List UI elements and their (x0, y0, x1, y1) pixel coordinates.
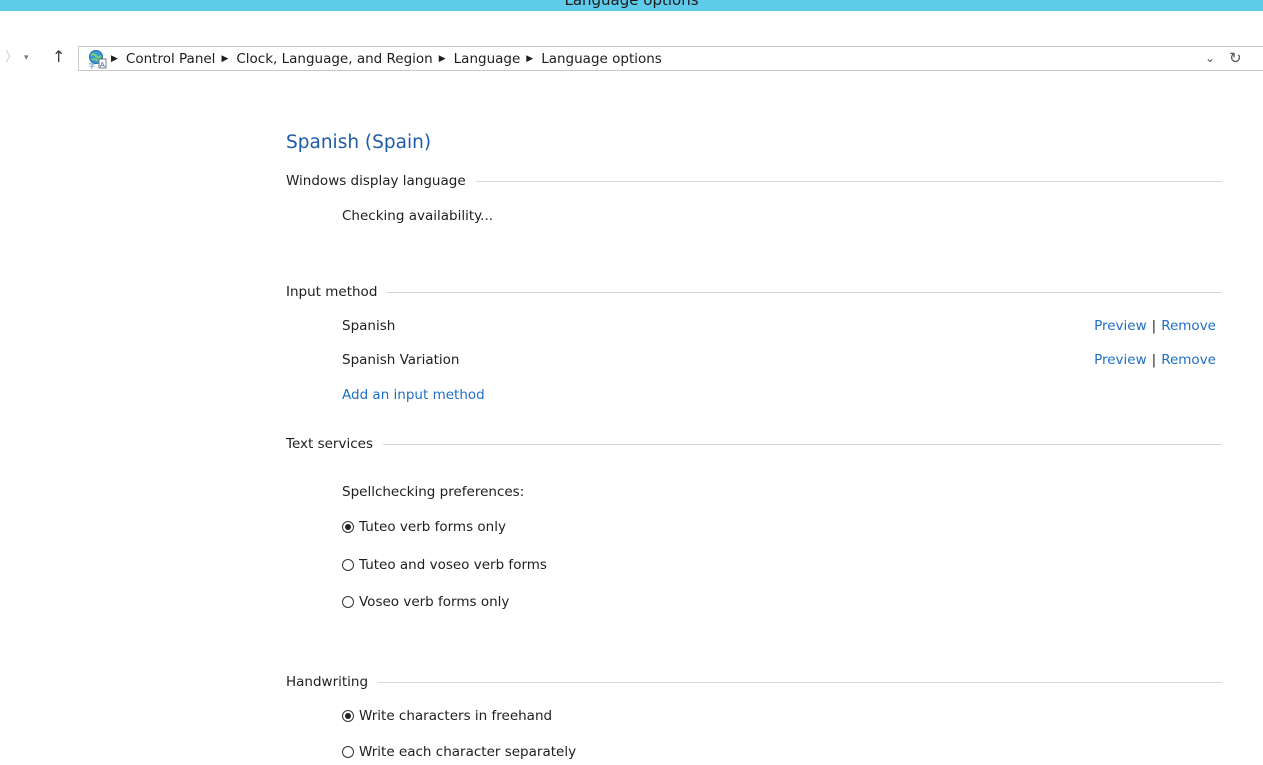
section-text-services: Text services (286, 434, 1222, 454)
add-input-method-link[interactable]: Add an input method (342, 386, 485, 404)
spellcheck-option-tuteo-voseo[interactable]: Tuteo and voseo verb forms (342, 556, 547, 574)
link-separator: | (1151, 318, 1157, 334)
radio-label[interactable]: Write each character separately (359, 744, 576, 760)
spellchecking-preferences-label: Spellchecking preferences: (342, 484, 525, 500)
breadcrumb-language-options[interactable]: Language options (541, 51, 662, 67)
recent-locations-dropdown-icon[interactable]: ▾ (24, 51, 29, 65)
window-titlebar[interactable]: Language options (0, 0, 1263, 11)
input-method-actions: Preview | Remove (1094, 317, 1216, 335)
link-separator: | (1151, 352, 1157, 368)
window-title: Language options (564, 0, 699, 9)
breadcrumb: ▶ Control Panel ▶ Clock, Language, and R… (111, 47, 662, 70)
spellcheck-option-tuteo-only[interactable]: Tuteo verb forms only (342, 518, 506, 536)
remove-link[interactable]: Remove (1161, 318, 1216, 334)
section-display-language: Windows display language (286, 171, 1222, 191)
address-history-dropdown-icon[interactable]: ⌄ (1205, 50, 1215, 66)
breadcrumb-control-panel[interactable]: Control Panel (126, 51, 216, 67)
control-panel-icon: A 字 (87, 49, 107, 70)
section-display-language-label: Windows display language (286, 173, 466, 189)
remove-link[interactable]: Remove (1161, 352, 1216, 368)
handwriting-option-freehand[interactable]: Write characters in freehand (342, 707, 552, 725)
spellcheck-option-voseo-only[interactable]: Voseo verb forms only (342, 593, 509, 611)
input-method-name-spanish: Spanish (342, 318, 396, 334)
breadcrumb-chevron-icon[interactable]: ▶ (439, 54, 446, 64)
section-divider (475, 180, 1222, 182)
input-method-name-spanish-variation: Spanish Variation (342, 352, 460, 368)
display-language-status: Checking availability... (342, 208, 494, 224)
handwriting-option-separately[interactable]: Write each character separately (342, 743, 576, 761)
breadcrumb-chevron-icon[interactable]: ▶ (526, 54, 533, 64)
section-divider (387, 291, 1222, 293)
refresh-icon[interactable]: ↻ (1229, 49, 1242, 67)
radio-label[interactable]: Tuteo verb forms only (359, 519, 506, 535)
radio-button-checked[interactable] (342, 521, 354, 533)
breadcrumb-chevron-icon[interactable]: ▶ (111, 54, 118, 64)
preview-link[interactable]: Preview (1094, 318, 1147, 334)
section-input-method-label: Input method (286, 284, 378, 300)
input-method-actions: Preview | Remove (1094, 351, 1216, 369)
radio-button[interactable] (342, 746, 354, 758)
section-input-method: Input method (286, 282, 1222, 302)
breadcrumb-chevron-icon[interactable]: ▶ (221, 54, 228, 64)
svg-text:字: 字 (89, 62, 95, 69)
section-divider (383, 443, 1222, 445)
radio-button[interactable] (342, 596, 354, 608)
breadcrumb-language[interactable]: Language (454, 51, 521, 67)
section-handwriting: Handwriting (286, 672, 1222, 692)
radio-button[interactable] (342, 559, 354, 571)
radio-label[interactable]: Write characters in freehand (359, 708, 552, 724)
section-divider (378, 681, 1222, 683)
radio-button-checked[interactable] (342, 710, 354, 722)
section-text-services-label: Text services (286, 436, 373, 452)
breadcrumb-clock-language-region[interactable]: Clock, Language, and Region (236, 51, 432, 67)
up-arrow-button[interactable]: ↑ (52, 47, 65, 67)
page-title: Spanish (Spain) (286, 132, 432, 153)
preview-link[interactable]: Preview (1094, 352, 1147, 368)
radio-label[interactable]: Voseo verb forms only (359, 594, 509, 610)
svg-text:A: A (100, 61, 105, 69)
address-bar[interactable]: A 字 ▶ Control Panel ▶ Clock, Language, a… (78, 46, 1263, 71)
radio-label[interactable]: Tuteo and voseo verb forms (359, 557, 547, 573)
back-button[interactable]: 〉 (5, 50, 18, 66)
section-handwriting-label: Handwriting (286, 674, 369, 690)
